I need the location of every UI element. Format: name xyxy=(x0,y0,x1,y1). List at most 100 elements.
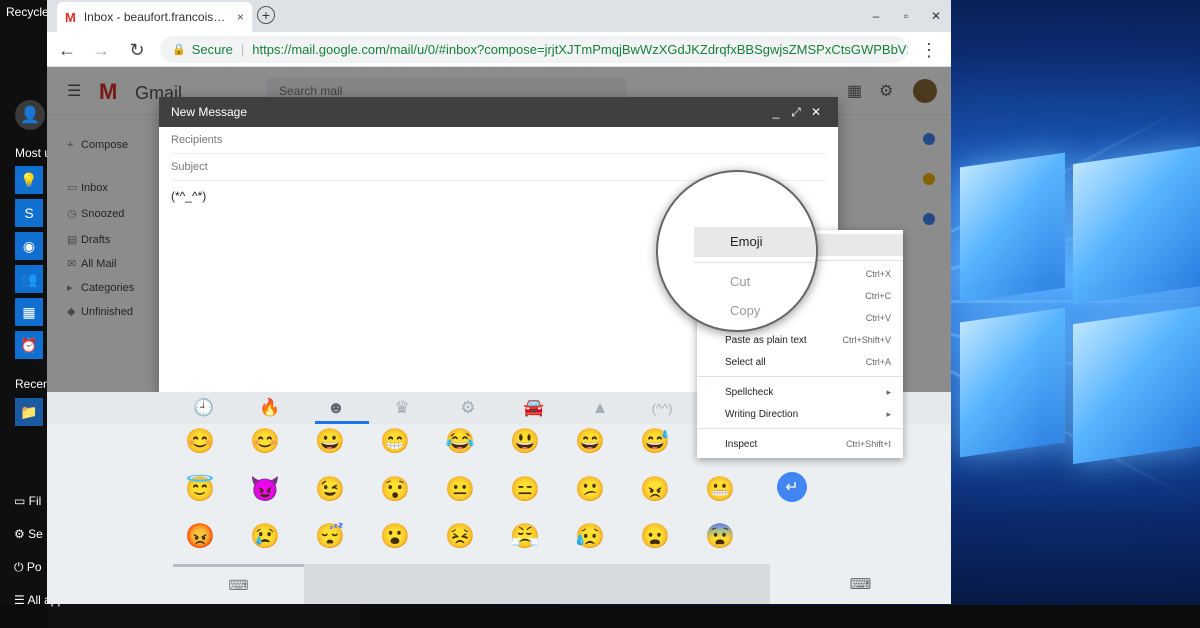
restore-window-button[interactable]: ▫ xyxy=(891,0,921,32)
emoticons-tab[interactable]: (^^) xyxy=(637,392,687,424)
file-explorer-icon: 📁 xyxy=(20,403,38,420)
start-menu-bottom xyxy=(48,600,360,628)
new-tab-button[interactable]: + xyxy=(257,6,275,24)
keyboard-hide-icon: ⌨ xyxy=(849,576,872,593)
enter-button[interactable]: ↵ xyxy=(777,472,807,502)
enter-icon: ↵ xyxy=(785,479,799,496)
user-avatar[interactable]: 👤 xyxy=(15,100,45,130)
expand-compose-icon[interactable]: ⤢ xyxy=(786,105,806,120)
emoji-key[interactable]: 😁 xyxy=(378,425,412,459)
reload-button[interactable]: ↻ xyxy=(125,38,149,62)
keyboard-icon: ⌨ xyxy=(228,577,249,593)
emoji-key[interactable]: 😐 xyxy=(443,473,477,507)
emoji-key[interactable]: 😠 xyxy=(638,473,672,507)
emoji-key[interactable]: 😅 xyxy=(638,425,672,459)
menu-item-select-all[interactable]: Select all Ctrl+A xyxy=(697,352,903,372)
list-icon: ☰ xyxy=(14,593,28,607)
emoji-key[interactable]: 😊 xyxy=(183,425,217,459)
symbols-emoji-tab[interactable]: ▲ xyxy=(575,392,625,424)
compose-header: New Message _ ⤢ ✕ xyxy=(159,97,838,127)
emoji-key[interactable]: 😀 xyxy=(313,425,347,459)
tab-gmail-inbox[interactable]: M Inbox - beaufort.francois@gm × xyxy=(57,2,252,32)
power-item[interactable]: ⏻ Po xyxy=(14,560,42,575)
gmail-icon: M xyxy=(65,9,76,25)
menu-item-inspect[interactable]: Inspect Ctrl+Shift+I xyxy=(697,434,903,454)
emoji-key[interactable]: 😢 xyxy=(248,520,282,554)
emoji-key[interactable]: 😇 xyxy=(183,473,217,507)
emoji-key[interactable]: 😕 xyxy=(573,473,607,507)
close-window-button[interactable]: ✕ xyxy=(921,0,951,32)
emoji-key[interactable]: 😨 xyxy=(703,520,737,554)
menu-item-spellcheck[interactable]: Spellcheck ▸ xyxy=(697,382,903,402)
smileys-emoji-tab[interactable]: ☻ xyxy=(311,392,361,424)
app-tile-tips[interactable]: 💡 xyxy=(15,166,43,194)
recent-file-tile[interactable]: 📁 xyxy=(15,398,43,426)
emoji-key[interactable]: 😃 xyxy=(508,425,542,459)
emoji-key[interactable]: 😯 xyxy=(378,473,412,507)
forward-button[interactable]: → xyxy=(89,38,113,62)
settings-item[interactable]: ⚙ Se xyxy=(14,527,43,541)
close-tab-icon[interactable]: × xyxy=(237,10,244,24)
emoji-key[interactable]: 😡 xyxy=(183,520,217,554)
emoji-key[interactable]: 😤 xyxy=(508,520,542,554)
people-emoji-tab[interactable]: ♛ xyxy=(377,392,427,424)
most-used-heading: Most u xyxy=(15,146,52,160)
minimize-compose-icon[interactable]: _ xyxy=(766,105,786,119)
recipients-field[interactable]: Recipients xyxy=(171,127,826,154)
objects-emoji-tab[interactable]: ⚙ xyxy=(443,392,493,424)
emoji-key[interactable]: 😬 xyxy=(703,473,737,507)
menu-item-writing-direction[interactable]: Writing Direction ▸ xyxy=(697,404,903,424)
magnified-copy-label: Copy xyxy=(730,303,761,318)
kebab-menu-icon: ⋮ xyxy=(920,39,938,60)
browser-menu-button[interactable]: ⋮ xyxy=(917,38,941,62)
tab-title: Inbox - beaufort.francois@gm xyxy=(83,10,231,24)
minimize-window-button[interactable]: – xyxy=(861,0,891,32)
compose-title: New Message xyxy=(171,105,248,119)
emoji-key[interactable]: 😴 xyxy=(313,520,347,554)
recent-heading: Recen xyxy=(15,377,50,391)
hide-keyboard-button[interactable]: ⌨ xyxy=(770,564,951,604)
app-tile-skype[interactable]: S xyxy=(15,199,43,227)
magnified-emoji-label: Emoji xyxy=(730,234,763,249)
lightbulb-icon: 💡 xyxy=(20,171,38,188)
keyboard-spacebar[interactable] xyxy=(304,564,770,604)
recycle-bin-label[interactable]: Recycle xyxy=(6,5,49,19)
menu-divider xyxy=(697,376,903,377)
user-icon: 👤 xyxy=(20,107,40,124)
menu-divider xyxy=(697,428,903,429)
window-controls: – ▫ ✕ xyxy=(861,0,951,32)
travel-emoji-tab[interactable]: 🚘 xyxy=(509,392,559,424)
magnifier-callout: Emoji Cut Copy xyxy=(656,170,818,332)
close-compose-icon[interactable]: ✕ xyxy=(806,105,826,119)
gear-icon: ⚙ xyxy=(14,527,29,541)
keyboard-bottom-bar: ⌨ ⌨ xyxy=(47,564,951,604)
switch-keyboard-button[interactable]: ⌨ xyxy=(173,564,304,604)
app-tile-camera[interactable]: ◉ xyxy=(15,232,43,260)
emoji-key[interactable]: 😑 xyxy=(508,473,542,507)
emoji-key[interactable]: 😈 xyxy=(248,473,282,507)
app-tile-calculator[interactable]: ▦ xyxy=(15,298,43,326)
emoji-key[interactable]: 😥 xyxy=(573,520,607,554)
emoji-key[interactable]: 😄 xyxy=(573,425,607,459)
app-tile-alarms[interactable]: ⏰ xyxy=(15,331,43,359)
menu-item-paste-plain[interactable]: Paste as plain text Ctrl+Shift+V xyxy=(697,330,903,350)
address-separator: | xyxy=(240,42,245,57)
windows-logo xyxy=(955,145,1200,485)
chevron-right-icon: ▸ xyxy=(886,408,891,419)
emoji-key[interactable]: 😮 xyxy=(378,520,412,554)
emoji-key[interactable]: 😉 xyxy=(313,473,347,507)
arrow-left-icon: ← xyxy=(58,39,76,60)
back-button[interactable]: ← xyxy=(55,38,79,62)
arrow-right-icon: → xyxy=(92,39,110,60)
secure-label: Secure xyxy=(191,42,233,57)
trending-emoji-tab[interactable]: 🔥 xyxy=(245,392,295,424)
file-explorer-item[interactable]: ▭ Fil xyxy=(14,494,41,508)
emoji-key[interactable]: 😦 xyxy=(638,520,672,554)
emoji-key[interactable]: 😂 xyxy=(443,425,477,459)
lock-icon: 🔒 xyxy=(172,44,186,56)
app-tile-people[interactable]: 👥 xyxy=(15,265,43,293)
emoji-key[interactable]: 😣 xyxy=(443,520,477,554)
emoji-key[interactable]: 😊 xyxy=(248,425,282,459)
recent-emoji-tab[interactable]: 🕘 xyxy=(179,392,229,424)
address-bar[interactable]: 🔒 Secure | https://mail.google.com/mail/… xyxy=(160,36,908,63)
